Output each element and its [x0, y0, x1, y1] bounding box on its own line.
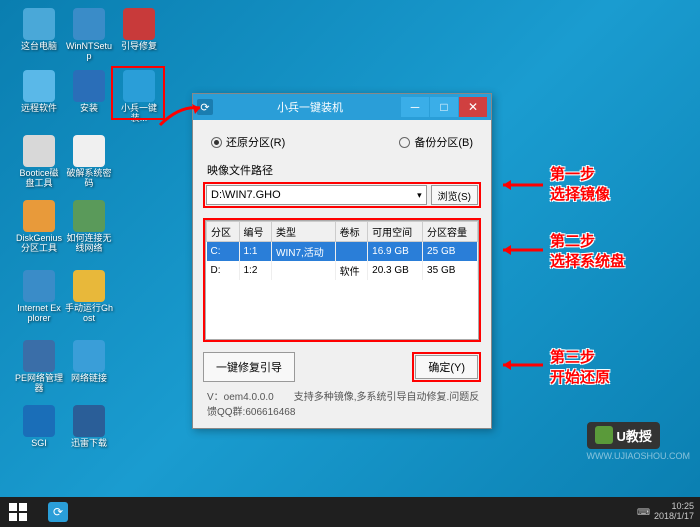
window-title: 小兵一键装机	[219, 99, 401, 115]
keyboard-icon[interactable]: ⌨	[637, 507, 650, 518]
desktop-icon[interactable]: 引导修复	[115, 8, 163, 52]
installer-window: ⟳ 小兵一键装机 ─ □ ✕ 还原分区(R) 备份分区(B) 映像文件路径	[192, 93, 492, 429]
column-header[interactable]: 类型	[272, 222, 336, 242]
ok-highlight: 确定(Y)	[412, 352, 481, 382]
table-row[interactable]: C:1:1WIN7,活动16.9 GB25 GB	[207, 242, 478, 262]
partition-table[interactable]: 分区编号类型卷标可用空间分区容量 C:1:1WIN7,活动16.9 GB25 G…	[205, 220, 479, 340]
system-tray[interactable]: ⌨ 10:25 2018/1/17	[637, 502, 700, 522]
ok-button[interactable]: 确定(Y)	[415, 355, 478, 379]
column-header[interactable]: 分区容量	[423, 222, 478, 242]
repair-boot-button[interactable]: 一键修复引导	[203, 352, 295, 382]
desktop-icon[interactable]: 远程软件	[15, 70, 63, 114]
dropdown-caret-icon[interactable]: ▾	[417, 190, 422, 201]
desktop-icon[interactable]: 这台电脑	[15, 8, 63, 52]
desktop-icon[interactable]: 手动运行Ghost	[65, 270, 113, 324]
path-label: 映像文件路径	[207, 162, 481, 178]
step2-annotation: 第二步 选择系统盘	[550, 232, 625, 271]
image-path-input[interactable]: D:\WIN7.GHO ▾	[206, 185, 427, 205]
step1-annotation: 第一步 选择镜像	[550, 165, 610, 204]
column-header[interactable]: 分区	[207, 222, 240, 242]
arrow-icon	[495, 175, 545, 195]
clock[interactable]: 10:25 2018/1/17	[654, 502, 694, 522]
desktop-icon[interactable]: PE网络管理器	[15, 340, 63, 394]
arrow-icon	[495, 355, 545, 375]
desktop-icon[interactable]: 如何连接无线网络	[65, 200, 113, 254]
desktop-icon[interactable]: DiskGenius分区工具	[15, 200, 63, 254]
column-header[interactable]: 卷标	[335, 222, 368, 242]
taskbar-app[interactable]: ⟳	[38, 498, 78, 526]
desktop-icon[interactable]: 网络链接	[65, 340, 113, 384]
radio-icon	[211, 137, 222, 148]
desktop-icon[interactable]: WinNTSetup	[65, 8, 113, 62]
radio-backup[interactable]: 备份分区(B)	[399, 134, 473, 150]
table-row[interactable]: D:1:2软件20.3 GB35 GB	[207, 261, 478, 280]
desktop-icon[interactable]: SGI	[15, 405, 63, 449]
start-button[interactable]	[0, 497, 36, 527]
minimize-button[interactable]: ─	[401, 97, 429, 117]
radio-restore[interactable]: 还原分区(R)	[211, 134, 285, 150]
table-highlight: 分区编号类型卷标可用空间分区容量 C:1:1WIN7,活动16.9 GB25 G…	[203, 218, 481, 342]
column-header[interactable]: 可用空间	[368, 222, 423, 242]
arrow-icon	[495, 240, 545, 260]
desktop-icon[interactable]: Bootice磁盘工具	[15, 135, 63, 189]
close-button[interactable]: ✕	[459, 97, 487, 117]
radio-icon	[399, 137, 410, 148]
desktop-icon[interactable]: 安装	[65, 70, 113, 114]
desktop-icon[interactable]: 破解系统密码	[65, 135, 113, 189]
titlebar[interactable]: ⟳ 小兵一键装机 ─ □ ✕	[193, 94, 491, 120]
step3-annotation: 第三步 开始还原	[550, 348, 610, 387]
desktop-icon[interactable]: 迅雷下载	[65, 405, 113, 449]
watermark: U教授 WWW.UJIAOSHOU.COM	[587, 422, 691, 462]
taskbar: ⟳ ⌨ 10:25 2018/1/17	[0, 497, 700, 527]
desktop-icon[interactable]: Internet Explorer	[15, 270, 63, 324]
path-row-highlight: D:\WIN7.GHO ▾ 浏览(S)	[203, 182, 481, 208]
desktop: 这台电脑WinNTSetup引导修复远程软件安装小兵一键装...Bootice磁…	[0, 0, 700, 497]
browse-button[interactable]: 浏览(S)	[431, 185, 478, 205]
column-header[interactable]: 编号	[239, 222, 272, 242]
status-text: V：oem4.0.0.0 支持多种镜像,多系统引导自动修复.问题反馈QQ群:60…	[203, 388, 481, 418]
maximize-button[interactable]: □	[430, 97, 458, 117]
arrow-icon	[155, 100, 205, 130]
